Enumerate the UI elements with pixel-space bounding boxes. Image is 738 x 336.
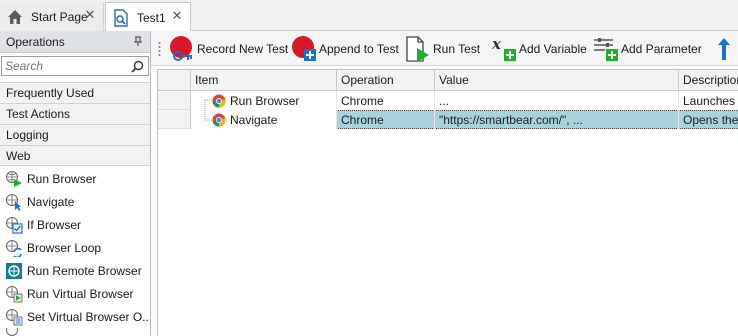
move-up-button[interactable] [717, 34, 733, 64]
add-variable-label: Add Variable [519, 42, 587, 56]
toolbar: Record New Test Append to Test Run Test … [151, 31, 738, 66]
table-row-item-cell[interactable]: Navigate [208, 110, 337, 129]
test-grid: Item Operation Value Description Run Bro… [157, 69, 738, 336]
table-row-value-cell[interactable]: "https://smartbear.com/", ... [435, 110, 679, 129]
table-row-operation-cell[interactable]: Chrome [337, 91, 435, 110]
grid-corner [158, 70, 191, 91]
panel-title: Operations [6, 34, 65, 49]
category-test-actions[interactable]: Test Actions [0, 103, 150, 124]
if-browser-icon [5, 216, 23, 234]
close-icon[interactable]: ✕ [170, 9, 184, 23]
run-test-label: Run Test [433, 42, 481, 56]
table-row-description-cell[interactable]: Launches th [679, 91, 738, 110]
chrome-icon [212, 94, 226, 108]
tab-label: Test1 [137, 10, 166, 25]
toolbar-grip-icon[interactable] [158, 41, 161, 57]
search-box [1, 56, 149, 76]
run-browser-icon [5, 170, 23, 188]
column-header-description[interactable]: Description [679, 70, 738, 91]
category-web[interactable]: Web [0, 145, 150, 166]
search-icon[interactable] [131, 60, 144, 73]
tab-strip: Start Page ✕ Test1 ✕ [0, 0, 738, 32]
operation-label: Browser Loop [27, 240, 102, 255]
operation-label: If Browser [27, 217, 82, 232]
run-virtual-browser-icon [5, 285, 23, 303]
run-test-button[interactable]: Run Test [405, 34, 480, 64]
browser-loop-icon [5, 239, 23, 258]
operation-set-virtual-browser[interactable]: Set Virtual Browser O... [0, 305, 150, 328]
svg-text:x: x [491, 35, 502, 53]
pin-icon[interactable] [132, 35, 144, 47]
column-header-item[interactable]: Item [191, 70, 337, 91]
category-logging[interactable]: Logging [0, 124, 150, 145]
record-icon [169, 35, 195, 63]
row-selector[interactable] [158, 110, 191, 129]
arrow-up-icon [717, 35, 731, 63]
operation-if-browser[interactable]: If Browser [0, 213, 150, 236]
run-remote-browser-icon [5, 262, 23, 280]
test-file-icon [112, 8, 130, 27]
browser-icon [5, 328, 23, 336]
operation-label: Run Remote Browser [27, 263, 142, 278]
navigate-icon [5, 193, 23, 211]
add-variable-icon: x [491, 35, 517, 63]
add-parameter-button[interactable]: Add Parameter [593, 34, 702, 64]
table-row-operation-cell[interactable]: Chrome [337, 110, 435, 129]
operation-run-browser[interactable]: Run Browser [0, 167, 150, 190]
table-row-value-cell[interactable]: ... [435, 91, 679, 110]
column-header-operation[interactable]: Operation [337, 70, 435, 91]
add-variable-button[interactable]: x Add Variable [491, 34, 587, 64]
operation-label: Set Virtual Browser O... [27, 309, 150, 324]
tab-test1[interactable]: Test1 ✕ [105, 2, 191, 32]
chrome-icon [212, 113, 226, 127]
operation-label: Run Virtual Browser [27, 286, 134, 301]
category-frequently-used[interactable]: Frequently Used [0, 82, 150, 103]
record-label: Record New Test [197, 42, 289, 56]
operations-panel: Operations Frequently Used Test Actions … [0, 31, 151, 336]
row-selector[interactable] [158, 91, 191, 110]
table-row-item-cell[interactable]: Run Browser [208, 91, 337, 110]
operation-run-virtual-browser[interactable]: Run Virtual Browser [0, 282, 150, 305]
operation-label: Navigate [27, 194, 75, 209]
tab-start-page[interactable]: Start Page ✕ [0, 2, 104, 31]
item-label: Navigate [230, 112, 278, 127]
add-parameter-label: Add Parameter [621, 42, 702, 56]
append-label: Append to Test [319, 42, 399, 56]
add-parameter-icon [593, 35, 619, 63]
close-icon[interactable]: ✕ [83, 8, 97, 22]
column-header-value[interactable]: Value [435, 70, 679, 91]
operation-label: Run Browser [27, 171, 97, 186]
run-test-icon [405, 35, 431, 63]
table-row-description-cell[interactable]: Opens the s [679, 110, 738, 129]
operation-run-remote-browser[interactable]: Run Remote Browser [0, 259, 150, 282]
set-virtual-browser-icon [5, 308, 23, 326]
tab-label: Start Page [31, 9, 88, 24]
append-to-test-button[interactable]: Append to Test [291, 34, 399, 64]
operation-partial [0, 328, 150, 336]
item-label: Run Browser [230, 93, 300, 108]
operation-browser-loop[interactable]: Browser Loop [0, 236, 150, 259]
append-icon [291, 35, 317, 63]
search-input[interactable] [5, 59, 125, 73]
operation-navigate[interactable]: Navigate [0, 190, 150, 213]
operations-header: Operations [0, 31, 150, 53]
home-icon [6, 8, 24, 26]
record-new-test-button[interactable]: Record New Test [169, 34, 288, 64]
